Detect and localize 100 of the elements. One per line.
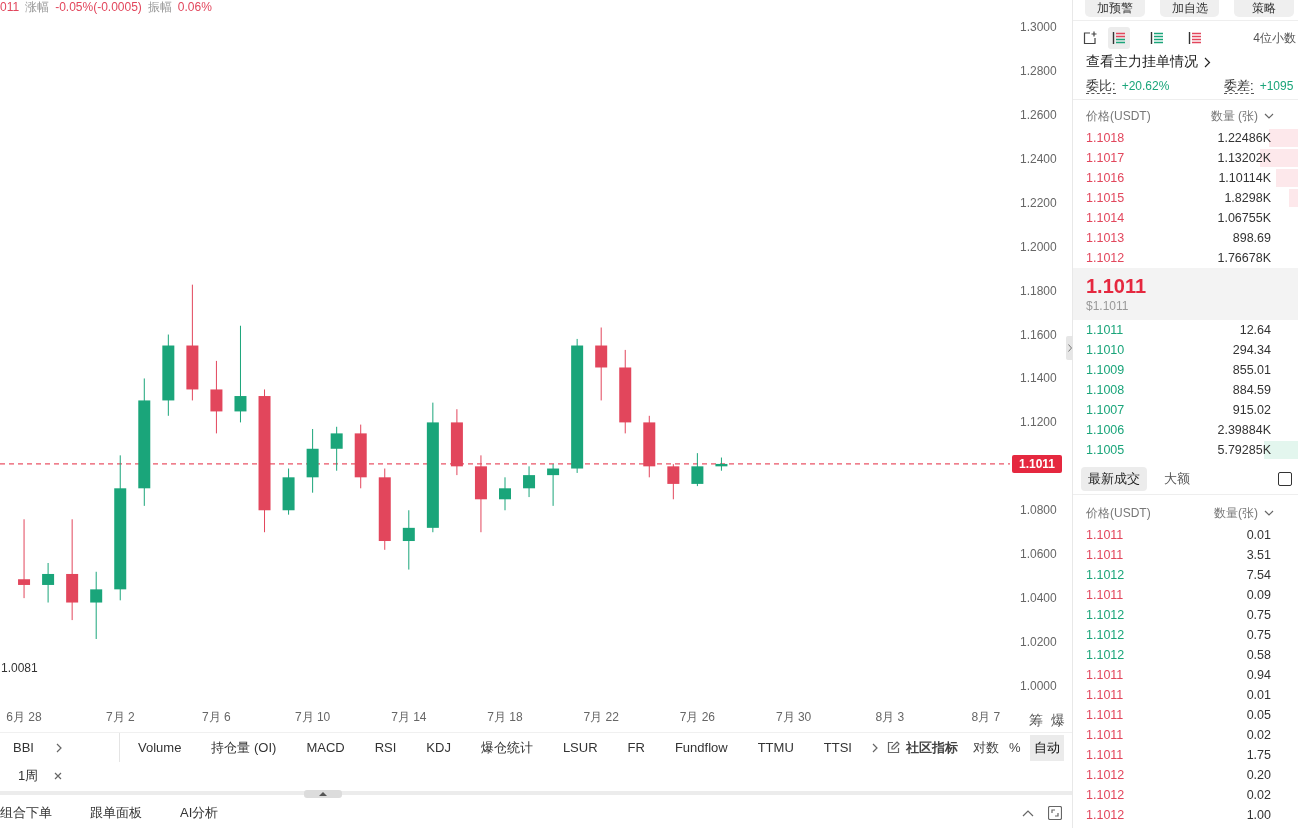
edit-icon[interactable] bbox=[886, 741, 900, 754]
indicator-tab[interactable]: 爆仓统计 bbox=[480, 737, 533, 758]
last-price: 1.1011 bbox=[1086, 274, 1148, 298]
y-axis-label: 1.0200 bbox=[1020, 635, 1057, 650]
bid-amount: 884.59 bbox=[1232, 383, 1271, 397]
indicator-tab[interactable]: BBI bbox=[13, 737, 34, 758]
bid-price: 1.1005 bbox=[1086, 443, 1125, 457]
book-view-button[interactable] bbox=[1108, 27, 1130, 49]
last-price: 011 bbox=[0, 0, 20, 14]
scale-option[interactable]: % bbox=[1007, 734, 1022, 761]
column-header[interactable]: 数量(张) bbox=[1214, 504, 1258, 522]
indicator-tab[interactable]: MACD bbox=[306, 737, 345, 758]
ask-price: 1.1013 bbox=[1086, 231, 1125, 245]
trade-amount: 0.94 bbox=[1246, 668, 1271, 682]
action-button[interactable]: 加预警 bbox=[1085, 0, 1145, 17]
action-button[interactable]: 加自选 bbox=[1159, 0, 1220, 17]
bid-amount: 2.39884K bbox=[1217, 423, 1271, 437]
trades-tab[interactable]: 最新成交 bbox=[1081, 467, 1147, 491]
close-icon[interactable] bbox=[54, 772, 63, 780]
y-axis-label: 1.2600 bbox=[1020, 107, 1057, 122]
candle bbox=[667, 463, 680, 500]
trade-amount: 0.58 bbox=[1246, 648, 1271, 662]
difference-value: +1095 bbox=[1259, 79, 1294, 93]
bid-amount: 5.79285K bbox=[1217, 443, 1271, 457]
chevron-right-icon[interactable] bbox=[871, 742, 878, 753]
chart-toggle[interactable]: 筹 bbox=[1028, 711, 1044, 729]
low-price-label: 1.0081 bbox=[1, 661, 38, 675]
x-axis-label: 6月 28 bbox=[6, 710, 42, 724]
indicator-tab[interactable]: Fundflow bbox=[674, 737, 728, 758]
y-axis-label: 1.2000 bbox=[1020, 239, 1057, 254]
y-axis-label: 1.1200 bbox=[1020, 415, 1057, 430]
change-value: -0.05%(-0.0005) bbox=[55, 0, 142, 14]
ask-amount: 1.22486K bbox=[1217, 131, 1271, 145]
candle bbox=[306, 428, 319, 494]
y-axis-label: 1.1400 bbox=[1020, 371, 1057, 386]
trade-price: 1.1012 bbox=[1086, 788, 1125, 802]
y-axis-label: 1.3000 bbox=[1020, 20, 1057, 34]
column-header: 价格(USDT) bbox=[1086, 504, 1151, 522]
main-orders-link[interactable]: 查看主力挂单情况 bbox=[1086, 53, 1198, 71]
y-axis-label: 1.0600 bbox=[1020, 547, 1057, 562]
last-price-usd: $1.1011 bbox=[1086, 298, 1130, 314]
square-plus-icon[interactable] bbox=[1083, 31, 1097, 45]
ratio-value: +20.62% bbox=[1121, 79, 1170, 93]
candle bbox=[715, 457, 728, 472]
ask-amount: 898.69 bbox=[1232, 231, 1271, 245]
scale-option[interactable]: 自动 bbox=[1029, 734, 1064, 761]
bid-amount: 915.02 bbox=[1232, 403, 1271, 417]
candle bbox=[330, 426, 343, 472]
community-indicators-button[interactable]: 社区指标 bbox=[905, 737, 958, 758]
indicator-tab[interactable]: TTMU bbox=[757, 737, 794, 758]
indicator-tab[interactable]: FR bbox=[627, 737, 645, 758]
trade-amount: 1.00 bbox=[1246, 808, 1271, 822]
x-axis-label: 7月 10 bbox=[294, 710, 331, 724]
candle bbox=[547, 463, 560, 507]
trade-amount: 0.09 bbox=[1246, 588, 1271, 602]
chevron-up-icon[interactable] bbox=[1022, 809, 1034, 817]
list-icon bbox=[1188, 31, 1202, 45]
indicator-tab[interactable]: RSI bbox=[374, 737, 397, 758]
candle bbox=[643, 415, 656, 478]
trade-amount: 1.75 bbox=[1246, 748, 1271, 762]
bottom-tab[interactable]: AI分析 bbox=[180, 804, 219, 822]
bid-price: 1.1009 bbox=[1086, 363, 1125, 377]
candle bbox=[523, 465, 536, 498]
y-axis-label: 1.0800 bbox=[1020, 503, 1057, 518]
chevron-down-icon[interactable] bbox=[1264, 113, 1274, 119]
panel-toggle-button[interactable] bbox=[304, 790, 342, 798]
indicator-tab[interactable]: Volume bbox=[138, 737, 182, 758]
scale-option[interactable]: 对数 bbox=[971, 734, 1000, 761]
action-button[interactable]: 策略 bbox=[1234, 0, 1294, 17]
trade-price: 1.1011 bbox=[1086, 748, 1124, 762]
indicator-tab[interactable]: TTSI bbox=[823, 737, 852, 758]
indicator-tab[interactable]: LSUR bbox=[562, 737, 598, 758]
ask-amount: 1.13202K bbox=[1217, 151, 1271, 165]
ratio-label: 委比: bbox=[1086, 78, 1116, 94]
indicator-tab[interactable]: KDJ bbox=[426, 737, 451, 758]
bottom-tab[interactable]: 组合下单 bbox=[0, 804, 52, 822]
x-axis-label: 7月 26 bbox=[679, 710, 716, 724]
chevron-down-icon[interactable] bbox=[1264, 510, 1274, 516]
expand-icon[interactable] bbox=[1048, 806, 1062, 820]
ask-amount: 1.8298K bbox=[1224, 191, 1271, 205]
trade-amount: 0.75 bbox=[1246, 628, 1271, 642]
filter-checkbox[interactable] bbox=[1278, 472, 1292, 486]
indicator-tab[interactable]: 持仓量 (OI) bbox=[211, 737, 277, 758]
trades-tab[interactable]: 大额 bbox=[1157, 467, 1197, 491]
column-header[interactable]: 数量 (张) bbox=[1210, 107, 1258, 125]
ask-amount: 1.06755K bbox=[1217, 211, 1271, 225]
trade-price: 1.1011 bbox=[1086, 588, 1124, 602]
x-axis-label: 7月 30 bbox=[775, 710, 812, 724]
bottom-tab[interactable]: 跟单面板 bbox=[90, 804, 142, 822]
chevron-right-icon[interactable] bbox=[55, 742, 62, 753]
bid-amount: 855.01 bbox=[1232, 363, 1271, 377]
trade-price: 1.1012 bbox=[1086, 808, 1125, 822]
bid-amount: 12.64 bbox=[1239, 323, 1271, 337]
y-axis-label: 1.0400 bbox=[1020, 591, 1057, 606]
y-axis-label: 1.1600 bbox=[1020, 327, 1057, 342]
ask-price: 1.1015 bbox=[1086, 191, 1125, 205]
candle bbox=[354, 424, 367, 489]
precision-selector[interactable]: 4位小数 bbox=[1253, 29, 1298, 47]
trade-price: 1.1011 bbox=[1086, 708, 1124, 722]
chart-toggle[interactable]: 爆 bbox=[1050, 711, 1066, 729]
